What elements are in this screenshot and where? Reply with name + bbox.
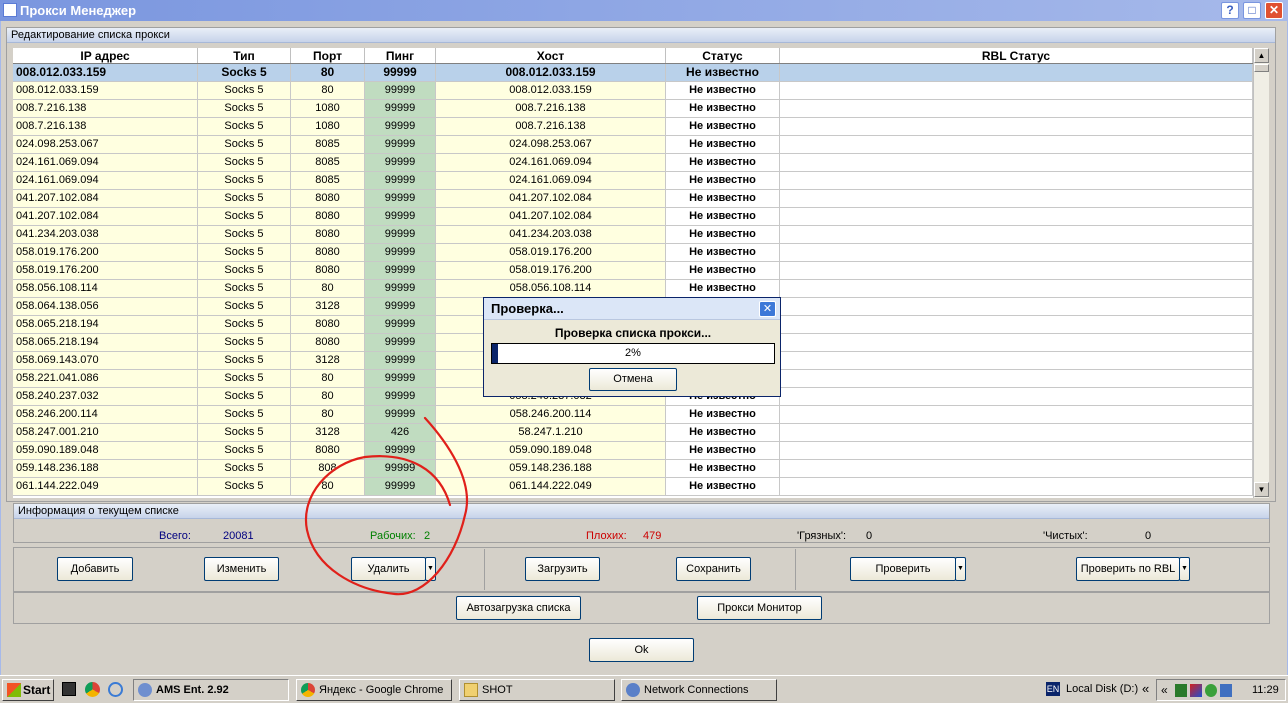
tray-network-icon[interactable] (1205, 684, 1217, 697)
tray-chevron-icon[interactable]: « (1161, 683, 1168, 697)
chrome-task-icon (301, 683, 315, 697)
language-indicator[interactable]: EN (1046, 682, 1060, 696)
tray-volume-icon[interactable] (1220, 684, 1232, 697)
network-icon (626, 683, 640, 697)
hand-drawn-annotation (304, 416, 468, 596)
clock: 11:29 (1252, 684, 1279, 696)
chrome-icon[interactable] (85, 682, 100, 697)
console-icon[interactable] (62, 682, 76, 696)
local-disk-toolbar[interactable]: Local Disk (D:) (1066, 683, 1138, 695)
task-shot[interactable]: SHOT (459, 679, 615, 701)
folder-icon (464, 683, 478, 697)
task-ams[interactable]: AMS Ent. 2.92 (133, 679, 289, 701)
task-network[interactable]: Network Connections (621, 679, 777, 701)
tray-app-icon[interactable] (1175, 684, 1187, 697)
ams-icon (138, 683, 152, 697)
task-chrome[interactable]: Яндекс - Google Chrome (296, 679, 452, 701)
toolbar-chevron-icon[interactable]: « (1142, 681, 1149, 696)
ie-icon[interactable] (108, 682, 123, 697)
tray-shield-icon[interactable] (1190, 684, 1202, 697)
start-button[interactable]: Start (2, 679, 54, 701)
system-tray: « 11:29 (1156, 679, 1286, 701)
windows-logo-icon (7, 683, 21, 697)
taskbar: Start AMS Ent. 2.92 Яндекс - Google Chro… (0, 675, 1288, 703)
